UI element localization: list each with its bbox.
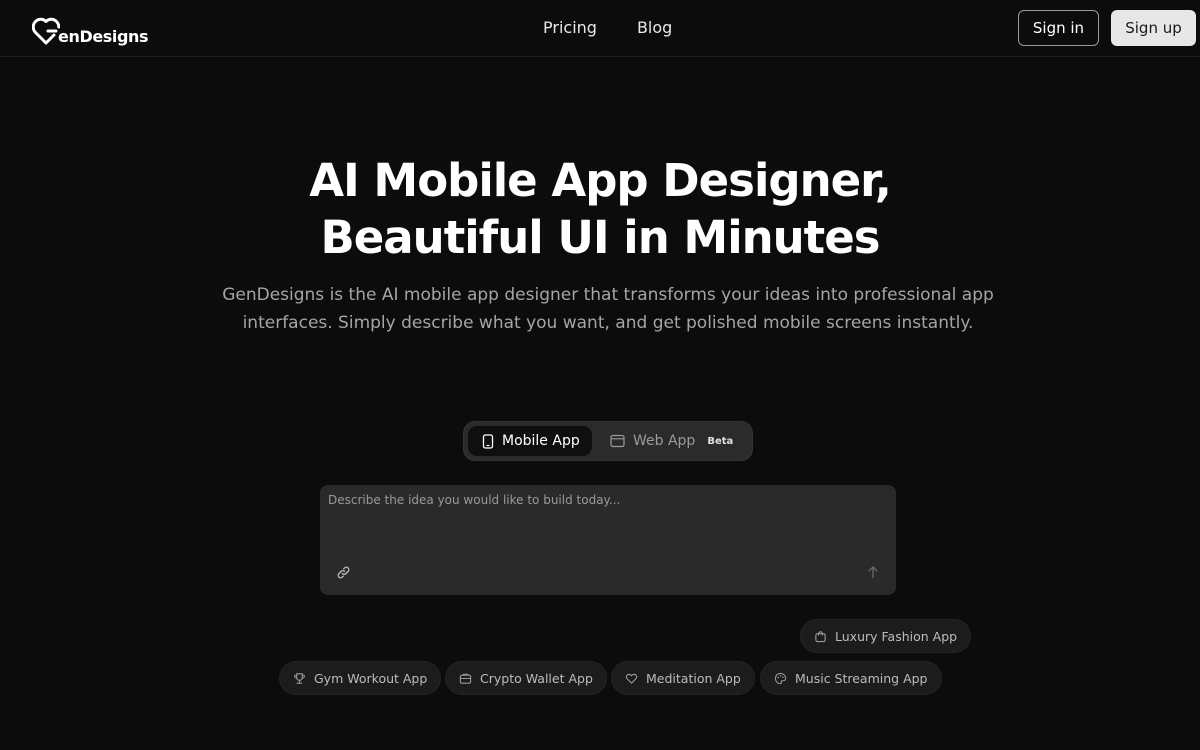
smartphone-icon [482, 433, 494, 449]
suggestion-meditation[interactable]: Meditation App [611, 661, 755, 695]
attach-link-button[interactable] [332, 563, 354, 581]
toggle-mobile-app[interactable]: Mobile App [468, 426, 592, 456]
top-header: enDesigns Pricing Blog Sign in Sign up [0, 0, 1200, 57]
browser-window-icon [610, 434, 625, 448]
suggestion-label: Music Streaming App [795, 670, 928, 686]
suggestion-label: Luxury Fashion App [835, 628, 958, 644]
heart-logo-icon [32, 17, 60, 45]
submit-prompt-button[interactable] [864, 563, 882, 581]
wallet-icon [459, 673, 472, 684]
suggestion-crypto-wallet[interactable]: Crypto Wallet App [445, 661, 607, 695]
arrow-up-icon [868, 566, 878, 579]
idea-prompt-input[interactable] [328, 493, 884, 553]
app-type-toggle: Mobile App Web App Beta [463, 421, 753, 461]
suggestion-luxury-fashion[interactable]: Luxury Fashion App [800, 619, 972, 653]
main-nav: Pricing Blog [543, 16, 672, 40]
sign-up-button[interactable]: Sign up [1111, 10, 1196, 46]
nav-blog[interactable]: Blog [637, 16, 672, 40]
logo[interactable]: enDesigns [32, 14, 149, 46]
toggle-mobile-label: Mobile App [502, 433, 580, 449]
suggestion-music-streaming[interactable]: Music Streaming App [760, 661, 942, 695]
toggle-web-label: Web App [633, 433, 696, 449]
shopping-bag-icon [815, 630, 826, 642]
toggle-web-app[interactable]: Web App Beta [604, 426, 748, 456]
beta-badge: Beta [707, 435, 734, 447]
hero-title: AI Mobile App Designer, Beautiful UI in … [0, 152, 1200, 266]
suggestion-label: Meditation App [646, 670, 741, 686]
hero-title-line-1: AI Mobile App Designer, [309, 154, 892, 207]
heart-icon [625, 673, 638, 684]
suggestion-label: Crypto Wallet App [480, 670, 593, 686]
link-icon [337, 566, 349, 578]
palette-icon [774, 672, 787, 684]
sign-in-button[interactable]: Sign in [1018, 10, 1099, 46]
suggestion-label: Gym Workout App [314, 670, 428, 686]
hero-title-line-2: Beautiful UI in Minutes [320, 211, 880, 264]
trophy-icon [294, 672, 305, 684]
hero-subtitle: GenDesigns is the AI mobile app designer… [222, 285, 994, 333]
prompt-box [320, 485, 896, 595]
suggestion-gym-workout[interactable]: Gym Workout App [279, 661, 442, 695]
logo-text: enDesigns [58, 27, 149, 46]
nav-pricing[interactable]: Pricing [543, 16, 597, 40]
